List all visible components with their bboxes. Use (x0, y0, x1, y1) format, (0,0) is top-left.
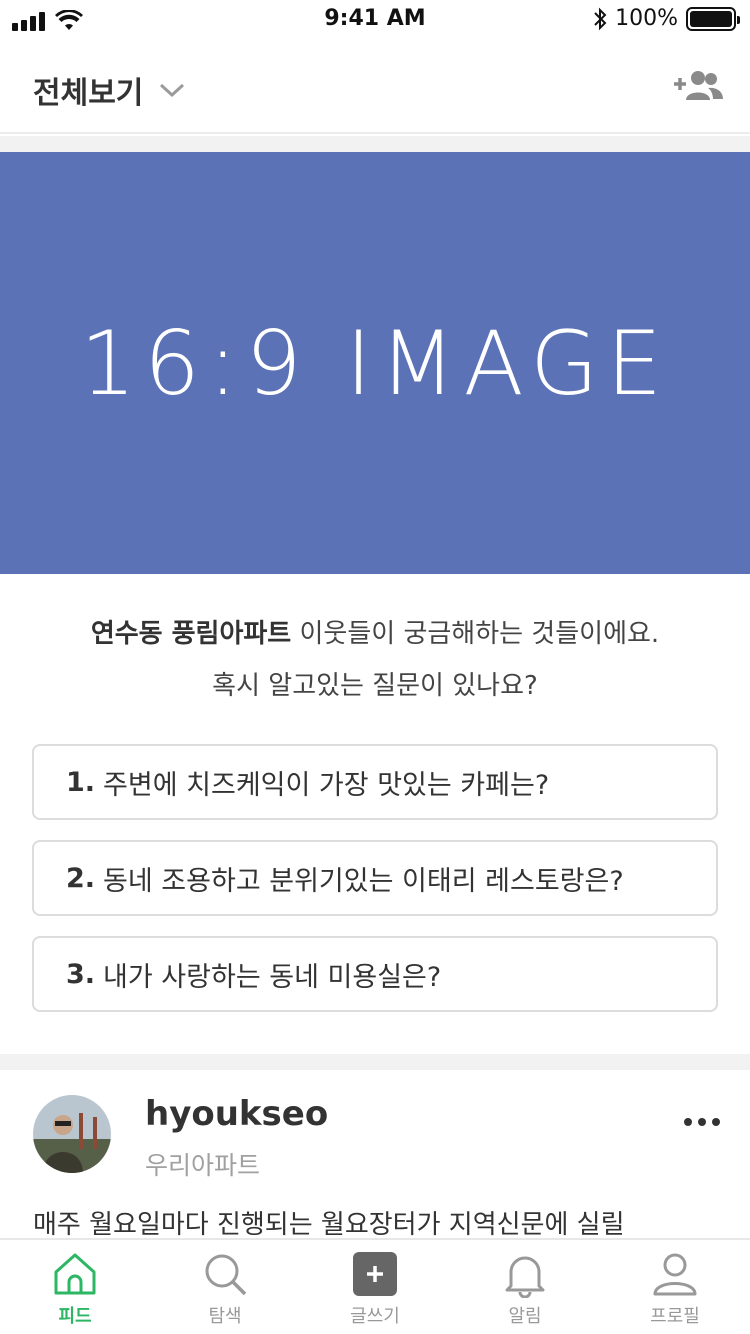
more-options-icon[interactable] (684, 1118, 720, 1126)
question-text: 동네 조용하고 분위기있는 이태리 레스토랑은? (103, 865, 624, 897)
intro-line1-rest: 이웃들이 궁금해하는 것들이에요. (291, 619, 660, 649)
question-card-3[interactable]: 3. 내가 사랑하는 동네 미용실은? (32, 936, 718, 1012)
write-icon (353, 1252, 397, 1296)
battery-percent: 100% (615, 6, 678, 31)
feed-filter-dropdown[interactable]: 전체보기 (33, 68, 185, 112)
tab-notifications[interactable]: 알림 (450, 1240, 600, 1334)
tab-label: 알림 (508, 1306, 542, 1327)
intro-line-2: 혹시 알고있는 질문이 있나요? (212, 671, 538, 701)
section-divider (0, 1054, 750, 1070)
intro-place: 연수동 풍림아파트 (90, 619, 292, 649)
header-title: 전체보기 (33, 76, 144, 111)
app-screen: 9:41 AM 100% 전체보기 16:9 IMAGE 연수동 풍림아파트 이… (0, 0, 750, 1334)
question-text: 내가 사랑하는 동네 미용실은? (103, 961, 442, 993)
question-card-2[interactable]: 2. 동네 조용하고 분위기있는 이태리 레스토랑은? (32, 840, 718, 916)
add-friend-icon[interactable] (672, 68, 724, 104)
post-location: 우리아파트 (145, 1151, 261, 1180)
tab-label: 글쓰기 (350, 1306, 400, 1327)
avatar-photo (33, 1095, 111, 1173)
profile-icon (653, 1253, 697, 1296)
question-number: 1. (66, 766, 96, 798)
bottom-tab-bar: 피드 탐색 글쓰기 알림 프로필 (0, 1238, 750, 1334)
tab-label: 피드 (58, 1306, 92, 1327)
post-body-text[interactable]: 매주 월요일마다 진행되는 월요장터가 지역신문에 실릴 (33, 1204, 624, 1241)
tab-profile[interactable]: 프로필 (600, 1240, 750, 1334)
status-right: 100% (593, 6, 740, 31)
status-bar: 9:41 AM 100% (0, 0, 750, 40)
home-icon (54, 1253, 96, 1295)
question-intro: 연수동 풍림아파트 이웃들이 궁금해하는 것들이에요. 혹시 알고있는 질문이 … (0, 608, 750, 712)
intro-line-1: 연수동 풍림아파트 이웃들이 궁금해하는 것들이에요. (0, 608, 750, 660)
search-icon (205, 1254, 247, 1296)
question-number: 3. (66, 958, 96, 990)
question-text: 주변에 치즈케익이 가장 맛있는 카페는? (103, 769, 550, 801)
battery-icon (686, 6, 740, 31)
tab-write[interactable]: 글쓰기 (300, 1240, 450, 1334)
question-card-1[interactable]: 1. 주변에 치즈케익이 가장 맛있는 카페는? (32, 744, 718, 820)
tab-feed[interactable]: 피드 (0, 1240, 150, 1334)
bluetooth-icon (594, 7, 607, 30)
tab-explore[interactable]: 탐색 (150, 1240, 300, 1334)
post-username[interactable]: hyoukseo (145, 1094, 328, 1134)
section-divider (0, 136, 750, 152)
bell-icon (505, 1256, 545, 1298)
tab-label: 프로필 (650, 1306, 700, 1327)
top-header: 전체보기 (0, 40, 750, 134)
hero-image: 16:9 IMAGE (0, 152, 750, 574)
chevron-down-icon (160, 83, 185, 98)
question-number: 2. (66, 862, 96, 894)
hero-image-label: 16:9 IMAGE (80, 311, 670, 415)
avatar[interactable] (33, 1095, 111, 1173)
tab-label: 탐색 (208, 1306, 242, 1327)
